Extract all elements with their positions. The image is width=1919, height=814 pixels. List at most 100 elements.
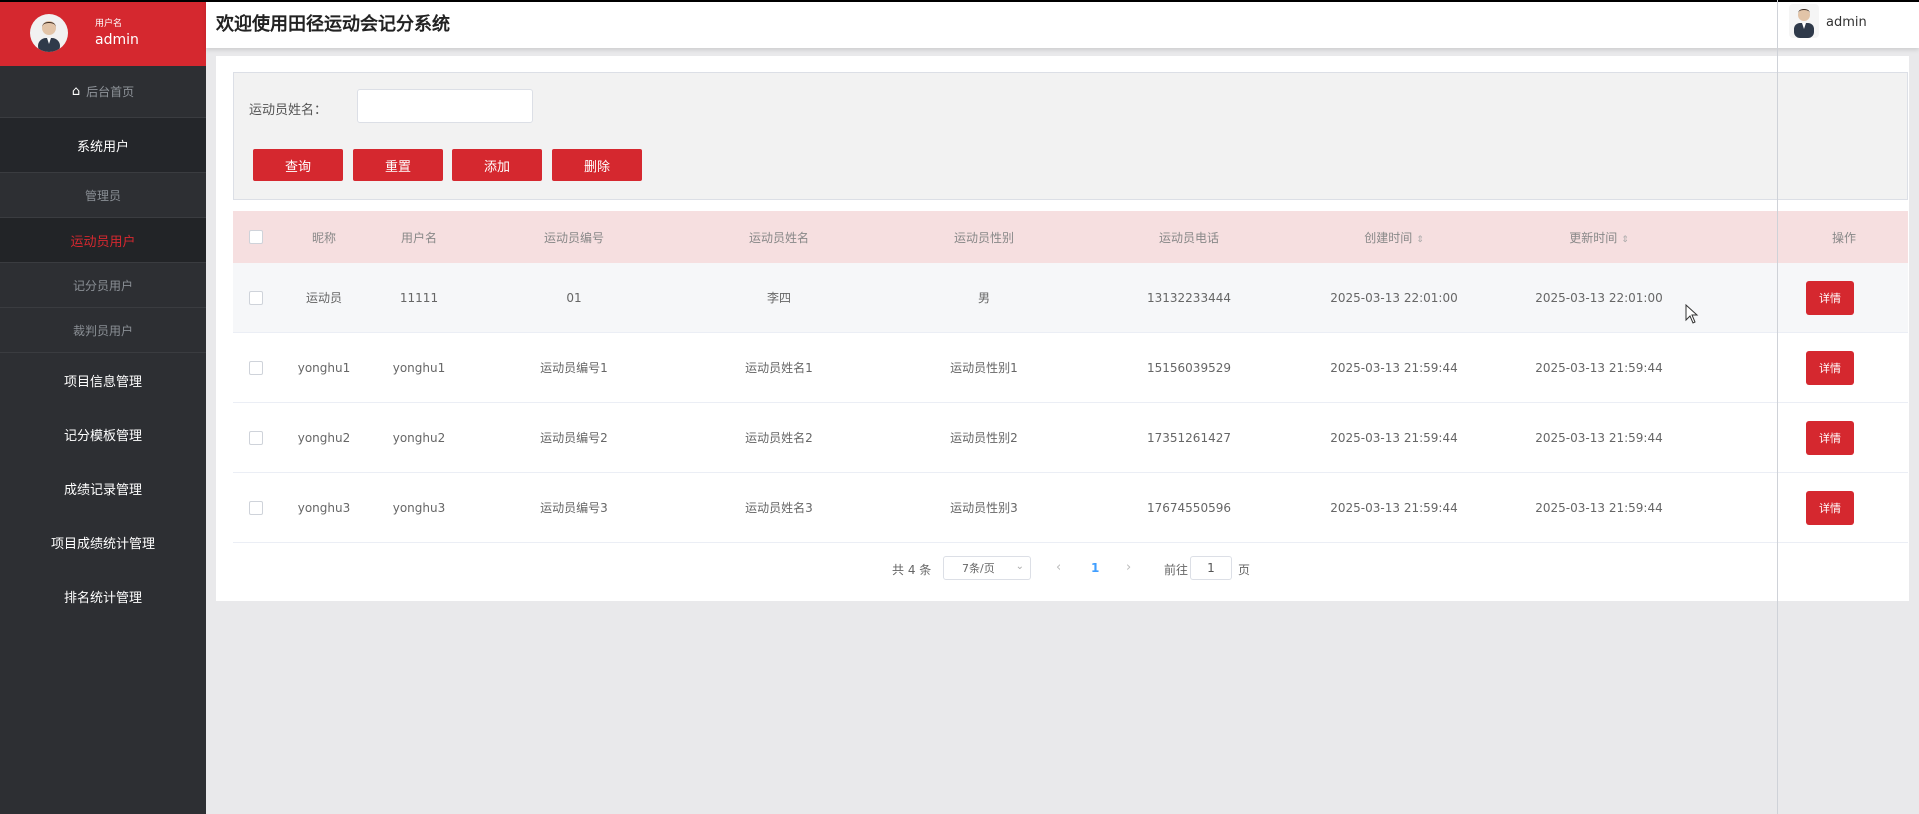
- home-icon: ⌂: [71, 84, 81, 99]
- col-athlete-id: 运动员编号: [543, 230, 604, 245]
- user-name: admin: [95, 32, 139, 48]
- cell-created-at: 2025-03-13 21:59:44: [1330, 430, 1458, 445]
- cell-created-at: 2025-03-13 22:01:00: [1330, 290, 1458, 305]
- user-role-label: 用户名: [95, 19, 123, 29]
- col-athlete-gender: 运动员性别: [953, 230, 1014, 245]
- cell-athlete-gender: 运动员性别2: [950, 431, 1018, 445]
- cell-username: 11111: [399, 290, 439, 305]
- table-row[interactable]: yonghu1 yonghu1 运动员编号1 运动员姓名1 运动员性别1 151…: [233, 333, 1908, 403]
- select-all-cell: [233, 230, 279, 244]
- cell-athlete-gender: 运动员性别3: [950, 501, 1018, 515]
- reset-button[interactable]: 重置: [353, 149, 443, 181]
- cell-athlete-id: 运动员编号2: [540, 431, 608, 445]
- pagination: 共 4 条 7条/页 ⌄ ‹ 1 › 前往 1 页: [0, 556, 1919, 582]
- detail-button[interactable]: 详情: [1806, 280, 1854, 315]
- col-updated-at[interactable]: 更新时间 ⇕: [1499, 229, 1699, 246]
- cell-updated-at: 2025-03-13 21:59:44: [1535, 500, 1663, 515]
- page-size-select[interactable]: 7条/页 ⌄: [943, 556, 1031, 580]
- cell-athlete-gender: 男: [977, 291, 990, 305]
- sidebar: 用户名 admin ⌂ 后台首页 系统用户 管理员 运动员用户 记分员用户 裁判…: [0, 0, 206, 814]
- prev-page-icon[interactable]: ‹: [1056, 560, 1061, 575]
- col-created-at-label: 创建时间: [1364, 230, 1413, 245]
- sidebar-item-label: 后台首页: [86, 85, 135, 99]
- sidebar-item-label: 运动员用户: [70, 234, 136, 250]
- cell-updated-at: 2025-03-13 21:59:44: [1535, 360, 1663, 375]
- avatar: [30, 14, 68, 52]
- row-select-cell: [233, 290, 279, 305]
- table-header: 昵称 用户名 运动员编号 运动员姓名 运动员性别 运动员电话 创建时间 ⇕ 更新时…: [233, 211, 1908, 263]
- header-user-name[interactable]: admin: [1826, 15, 1867, 30]
- next-page-icon[interactable]: ›: [1126, 560, 1131, 575]
- sort-icon[interactable]: ⇕: [1621, 235, 1629, 245]
- col-username: 用户名: [400, 230, 437, 245]
- sidebar-item-referee-users[interactable]: 裁判员用户: [0, 308, 206, 353]
- top-header: 欢迎使用田径运动会记分系统 admin: [206, 0, 1919, 48]
- cell-created-at: 2025-03-13 21:59:44: [1330, 500, 1458, 515]
- col-athlete-name: 运动员姓名: [748, 230, 809, 245]
- mouse-cursor-icon: [1685, 303, 1699, 328]
- cell-athlete-name: 运动员姓名2: [745, 431, 813, 445]
- col-athlete-phone: 运动员电话: [1158, 230, 1219, 245]
- page-size-value: 7条/页: [962, 562, 995, 575]
- table-row[interactable]: 运动员 11111 01 李四 男 13132233444 2025-03-13…: [233, 263, 1908, 333]
- sidebar-item-label: 项目信息管理: [63, 374, 142, 390]
- cell-username: yonghu1: [392, 360, 446, 375]
- cell-athlete-name: 李四: [766, 291, 791, 305]
- header-avatar[interactable]: [1789, 4, 1819, 38]
- cell-athlete-id: 01: [566, 290, 582, 305]
- row-select-cell: [233, 360, 279, 375]
- cell-username: yonghu3: [392, 500, 446, 515]
- cell-nickname: 运动员: [305, 291, 342, 305]
- sidebar-item-athlete-users[interactable]: 运动员用户: [0, 218, 206, 263]
- athlete-name-input[interactable]: [357, 89, 533, 123]
- select-all-checkbox[interactable]: [249, 230, 263, 244]
- goto-label: 前往: [1164, 563, 1189, 577]
- athlete-name-label: 运动员姓名：: [249, 103, 328, 118]
- sidebar-item-home[interactable]: ⌂ 后台首页: [0, 66, 206, 118]
- sidebar-item-label: 系统用户: [76, 139, 129, 155]
- sidebar-item-label: 排名统计管理: [63, 590, 142, 606]
- cell-athlete-phone: 17351261427: [1147, 430, 1231, 445]
- cell-nickname: yonghu2: [297, 430, 351, 445]
- sidebar-item-project-info[interactable]: 项目信息管理: [0, 353, 206, 407]
- table-row[interactable]: yonghu3 yonghu3 运动员编号3 运动员姓名3 运动员性别3 176…: [233, 473, 1908, 543]
- col-nickname: 昵称: [311, 230, 336, 245]
- delete-button[interactable]: 删除: [552, 149, 642, 181]
- athlete-table: 昵称 用户名 运动员编号 运动员姓名 运动员性别 运动员电话 创建时间 ⇕ 更新时…: [233, 211, 1908, 543]
- cell-updated-at: 2025-03-13 22:01:00: [1535, 290, 1663, 305]
- col-created-at[interactable]: 创建时间 ⇕: [1289, 229, 1499, 246]
- row-select-cell: [233, 430, 279, 445]
- goto-page-input[interactable]: 1: [1190, 556, 1232, 580]
- sidebar-item-admin[interactable]: 管理员: [0, 173, 206, 218]
- pagination-total: 共 4 条: [892, 563, 932, 577]
- table-row[interactable]: yonghu2 yonghu2 运动员编号2 运动员姓名2 运动员性别2 173…: [233, 403, 1908, 473]
- sidebar-item-label: 记分员用户: [72, 278, 133, 293]
- sidebar-group-system-users[interactable]: 系统用户: [0, 118, 206, 173]
- sidebar-item-score-template[interactable]: 记分模板管理: [0, 407, 206, 461]
- vertical-divider: [1777, 0, 1778, 814]
- cell-athlete-phone: 15156039529: [1147, 360, 1231, 375]
- cell-nickname: yonghu3: [297, 500, 351, 515]
- cell-athlete-phone: 13132233444: [1147, 290, 1231, 305]
- sidebar-item-label: 裁判员用户: [72, 323, 133, 338]
- query-button[interactable]: 查询: [253, 149, 343, 181]
- cell-athlete-gender: 运动员性别1: [950, 361, 1018, 375]
- sort-icon[interactable]: ⇕: [1416, 235, 1424, 245]
- page-number-current[interactable]: 1: [1091, 561, 1099, 575]
- chevron-down-icon: ⌄: [1015, 561, 1024, 572]
- sidebar-item-label: 记分模板管理: [63, 428, 142, 444]
- add-button[interactable]: 添加: [452, 149, 542, 181]
- detail-button[interactable]: 详情: [1806, 350, 1854, 385]
- sidebar-user-box: 用户名 admin: [0, 2, 206, 66]
- row-checkbox[interactable]: [249, 430, 263, 445]
- row-checkbox[interactable]: [249, 500, 263, 515]
- row-checkbox[interactable]: [249, 360, 263, 375]
- sidebar-item-scorer-users[interactable]: 记分员用户: [0, 263, 206, 308]
- cell-athlete-name: 运动员姓名3: [745, 501, 813, 515]
- row-checkbox[interactable]: [249, 290, 263, 305]
- sidebar-item-score-records[interactable]: 成绩记录管理: [0, 461, 206, 515]
- detail-button[interactable]: 详情: [1806, 490, 1854, 525]
- detail-button[interactable]: 详情: [1806, 420, 1854, 455]
- search-panel: 运动员姓名： 查询 重置 添加 删除: [233, 72, 1908, 200]
- cell-athlete-id: 运动员编号3: [540, 501, 608, 515]
